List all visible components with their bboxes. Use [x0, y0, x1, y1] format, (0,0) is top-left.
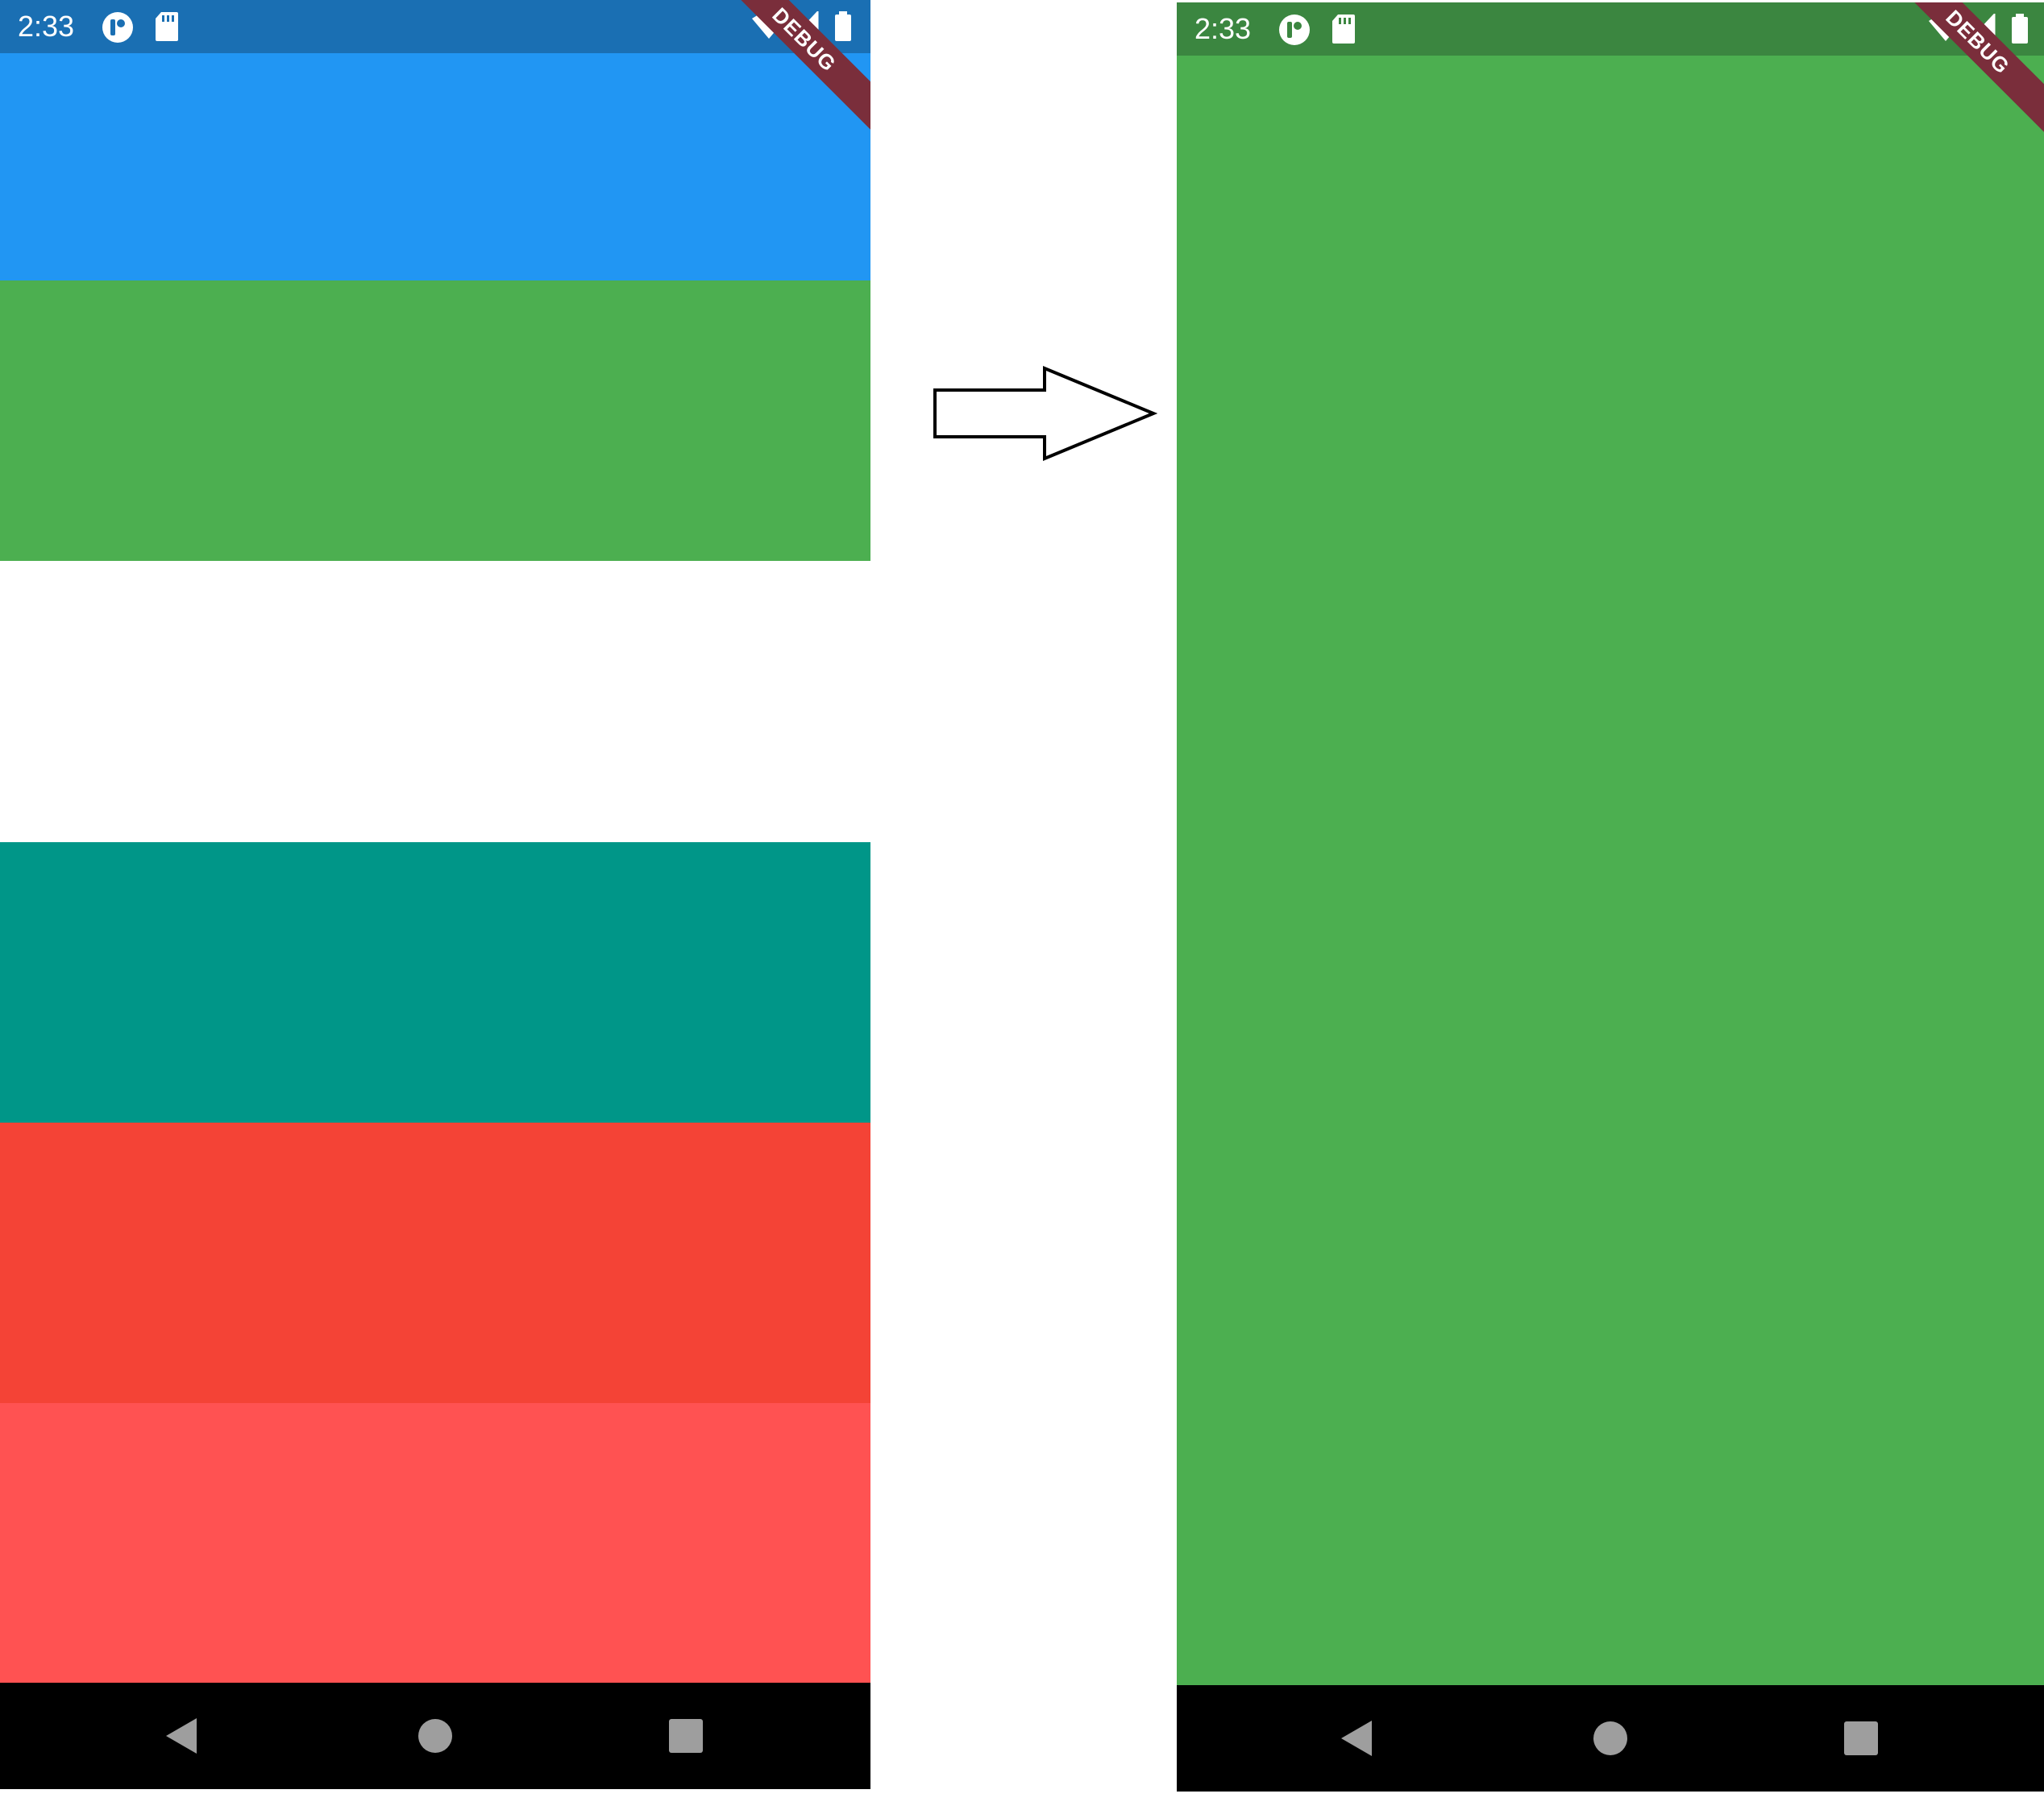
recents-icon[interactable]: [1838, 1717, 1883, 1759]
sd-card-icon: [1332, 15, 1355, 44]
sd-card-icon: [156, 12, 178, 41]
green-block: [0, 280, 870, 561]
right-arrow-icon: [933, 366, 1157, 461]
status-bar: 2:33: [1177, 2, 2044, 56]
status-time: 2:33: [1194, 12, 1252, 45]
app-notification-icon: [102, 12, 133, 43]
battery-icon: [835, 11, 851, 41]
back-icon[interactable]: [160, 1715, 205, 1757]
red-block: [0, 1123, 870, 1403]
status-time: 2:33: [18, 10, 75, 43]
light-red-block: [0, 1403, 870, 1684]
right-screen: 2:33 DEBUG: [1177, 2, 2044, 1792]
home-icon[interactable]: [1588, 1717, 1633, 1759]
teal-block: [0, 842, 870, 1123]
app-notification-icon: [1279, 15, 1310, 45]
back-icon[interactable]: [1335, 1717, 1380, 1759]
home-icon[interactable]: [413, 1715, 458, 1757]
status-bar: 2:33: [0, 0, 870, 53]
left-screen: 2:33 DEBUG: [0, 0, 870, 1789]
navigation-bar: [1177, 1685, 2044, 1792]
battery-icon: [2012, 14, 2028, 44]
green-fullscreen-block: [1177, 2, 2044, 1687]
navigation-bar: [0, 1683, 870, 1789]
white-block: [0, 561, 870, 842]
recents-icon[interactable]: [663, 1715, 708, 1757]
